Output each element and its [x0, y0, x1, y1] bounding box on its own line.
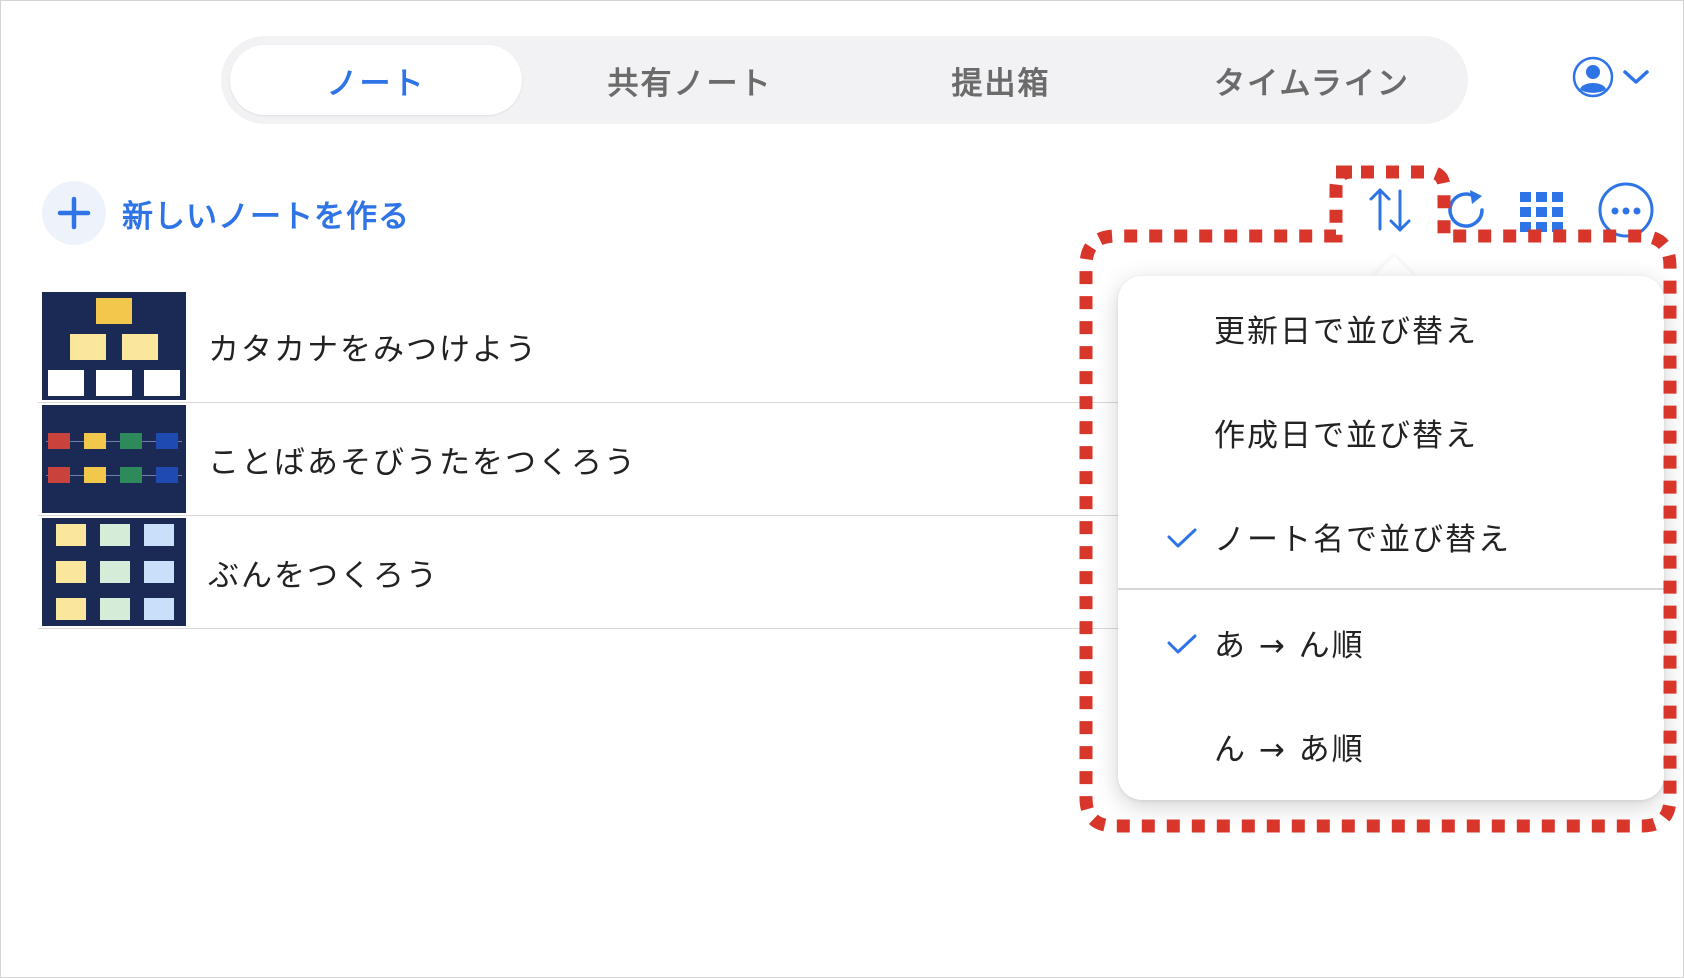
order-descending-option[interactable]: ん → あ順	[1118, 694, 1664, 798]
note-title: ぶんをつくろう	[208, 557, 439, 594]
tab-bar: ノート 共有ノート 提出箱 タイムライン	[221, 36, 1468, 124]
note-list-item[interactable]: カタカナをみつけよう	[38, 290, 1118, 403]
plus-icon	[42, 181, 106, 245]
sort-menu: 更新日で並び替え 作成日で並び替え ノート名で並び替え あ → ん順 ん → あ…	[1118, 276, 1664, 800]
note-title: ことばあそびうたをつくろう	[208, 444, 637, 481]
sort-button[interactable]	[1364, 186, 1416, 238]
refresh-icon	[1442, 186, 1490, 238]
tab-timeline[interactable]: タイムライン	[1166, 45, 1458, 115]
tab-notes[interactable]: ノート	[230, 45, 522, 115]
sort-by-name-option[interactable]: ノート名で並び替え	[1118, 484, 1664, 588]
note-thumbnail	[42, 518, 186, 626]
new-note-label: 新しいノートを作る	[122, 198, 410, 235]
order-ascending-option[interactable]: あ → ん順	[1118, 590, 1664, 694]
note-list-item[interactable]: ことばあそびうたをつくろう	[38, 403, 1118, 516]
menu-item-label: 作成日で並び替え	[1214, 417, 1478, 454]
menu-item-label: あ → ん順	[1214, 627, 1365, 664]
sort-by-updated-option[interactable]: 更新日で並び替え	[1118, 276, 1664, 380]
tab-submission-box[interactable]: 提出箱	[855, 45, 1147, 115]
more-options-icon	[1597, 181, 1655, 243]
menu-item-label: ん → あ順	[1214, 731, 1365, 768]
sort-by-created-option[interactable]: 作成日で並び替え	[1118, 380, 1664, 484]
user-circle-icon	[1572, 56, 1614, 102]
account-menu-button[interactable]	[1572, 56, 1662, 102]
refresh-button[interactable]	[1440, 186, 1492, 238]
grid-view-icon	[1518, 190, 1566, 238]
note-list-item[interactable]: ぶんをつくろう	[38, 516, 1118, 629]
menu-item-label: ノート名で並び替え	[1214, 521, 1511, 558]
note-title: カタカナをみつけよう	[208, 331, 538, 368]
chevron-down-icon	[1622, 67, 1650, 91]
checkmark-icon	[1166, 628, 1198, 664]
more-options-button[interactable]	[1596, 182, 1656, 242]
grid-view-button[interactable]	[1516, 188, 1568, 240]
new-note-button[interactable]: 新しいノートを作る	[42, 180, 410, 246]
note-thumbnail	[42, 292, 186, 400]
checkmark-icon	[1166, 522, 1198, 558]
menu-item-label: 更新日で並び替え	[1214, 313, 1478, 350]
note-thumbnail	[42, 405, 186, 513]
tab-shared-notes[interactable]: 共有ノート	[544, 45, 836, 115]
sort-arrows-icon	[1366, 185, 1414, 239]
menu-pointer	[1372, 256, 1416, 278]
